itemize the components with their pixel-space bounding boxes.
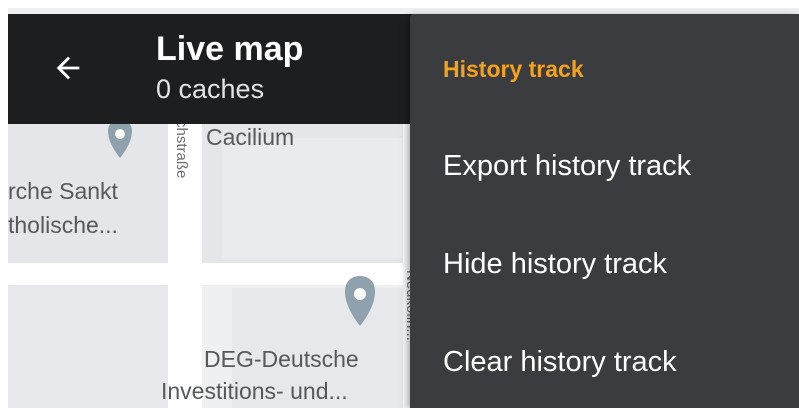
street-label-left: chstraße — [173, 120, 190, 179]
menu-item-export-history-track[interactable]: Export history track — [410, 118, 799, 214]
menu-header-history-track: History track — [443, 56, 584, 82]
map-label-cacilium: Cacilium — [206, 124, 295, 150]
menu-item-label: Hide history track — [443, 247, 668, 280]
menu-item-label: Clear history track — [443, 345, 677, 378]
screen: Cacilium rche Sankt tholische... DEG-Deu… — [0, 0, 799, 408]
overflow-menu: History track Export history track Hide … — [410, 14, 799, 408]
arrow-back-icon — [56, 56, 80, 80]
map-label-deg-line2: Investitions- und... — [161, 378, 348, 404]
map-label-church-line1: rche Sankt — [8, 178, 118, 204]
cache-count: 0 caches — [156, 74, 265, 104]
top-app-bar: Live map 0 caches — [8, 14, 428, 124]
map-label-church-line2: tholische... — [8, 212, 118, 238]
menu-item-clear-history-track[interactable]: Clear history track — [410, 314, 799, 408]
menu-item-label: Export history track — [443, 149, 692, 182]
back-button[interactable] — [44, 44, 92, 92]
menu-item-hide-history-track[interactable]: Hide history track — [410, 216, 799, 312]
page-title: Live map — [156, 30, 304, 68]
map-label-deg-line1: DEG-Deutsche — [204, 346, 359, 372]
